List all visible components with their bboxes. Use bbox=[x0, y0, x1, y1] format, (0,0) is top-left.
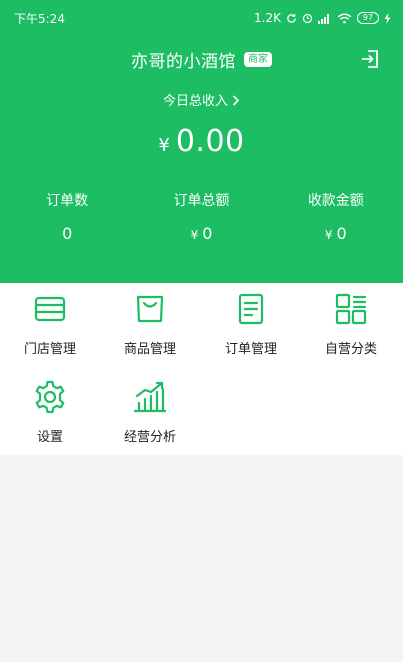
logout-button[interactable] bbox=[359, 48, 381, 70]
network-speed: 1.2K bbox=[254, 11, 281, 25]
menu-item-order-management[interactable]: 订单管理 bbox=[201, 283, 301, 363]
status-bar: 下午5:24 1.2K 97 bbox=[0, 0, 403, 36]
wifi-icon bbox=[337, 13, 352, 23]
shop-name: 亦哥的小酒馆 bbox=[131, 51, 236, 72]
alarm-icon bbox=[302, 13, 313, 23]
menu-item-store-management[interactable]: 门店管理 bbox=[0, 283, 100, 363]
today-income-link[interactable]: 今日总收入 bbox=[0, 90, 403, 109]
currency-symbol: ¥ bbox=[190, 228, 199, 242]
stat-label: 订单总额 bbox=[173, 193, 230, 209]
store-icon bbox=[34, 296, 66, 322]
merchant-badge: 商家 bbox=[244, 51, 272, 67]
status-indicators: 1.2K 97 bbox=[254, 11, 391, 25]
stat-label: 订单数 bbox=[46, 193, 89, 209]
currency-symbol: ¥ bbox=[158, 135, 170, 156]
order-stats: 订单数 0 订单总额 ¥0 收款金额 ¥0 bbox=[0, 190, 403, 260]
stat-order-total: 订单总额 ¥0 bbox=[134, 190, 268, 260]
summary-header: 下午5:24 1.2K 97 亦哥的小酒馆 商家 今日总收入 ¥ 0.00 订单… bbox=[0, 0, 403, 283]
category-grid-icon bbox=[335, 293, 367, 325]
currency-symbol: ¥ bbox=[324, 228, 333, 242]
menu-label: 自营分类 bbox=[324, 342, 377, 357]
stat-value: 0 bbox=[0, 224, 134, 243]
today-income-label: 今日总收入 bbox=[162, 94, 228, 109]
function-menu: 门店管理 商品管理 订单管理 自营分类 设置 经营分析 bbox=[0, 283, 403, 455]
stat-number: 0 bbox=[336, 224, 347, 243]
menu-label: 商品管理 bbox=[123, 342, 176, 357]
menu-item-settings[interactable]: 设置 bbox=[0, 371, 100, 451]
menu-label: 门店管理 bbox=[23, 342, 76, 357]
shop-title: 亦哥的小酒馆 商家 bbox=[0, 44, 403, 74]
sync-icon bbox=[287, 13, 296, 23]
today-income-amount: ¥ 0.00 bbox=[0, 124, 403, 159]
gear-icon bbox=[35, 380, 65, 414]
stat-label: 收款金额 bbox=[307, 193, 364, 209]
document-icon bbox=[238, 293, 264, 325]
stat-order-count: 订单数 0 bbox=[0, 190, 134, 260]
menu-label: 经营分析 bbox=[123, 430, 176, 445]
stat-value: ¥0 bbox=[269, 224, 403, 243]
menu-label: 设置 bbox=[36, 430, 63, 445]
menu-item-business-analysis[interactable]: 经营分析 bbox=[100, 371, 200, 451]
logout-icon bbox=[362, 50, 378, 68]
analytics-chart-icon bbox=[133, 381, 167, 413]
shopping-bag-icon bbox=[136, 295, 164, 323]
charging-bolt-icon bbox=[384, 12, 391, 24]
merchant-home-screen: 下午5:24 1.2K 97 亦哥的小酒馆 商家 今日总收入 ¥ 0.00 订单… bbox=[0, 0, 403, 662]
menu-label: 订单管理 bbox=[224, 342, 277, 357]
stat-number: 0 bbox=[202, 224, 213, 243]
chevron-right-icon bbox=[232, 94, 240, 109]
stat-received-amount: 收款金额 ¥0 bbox=[269, 190, 403, 260]
stat-value: ¥0 bbox=[134, 224, 268, 243]
battery-indicator: 97 bbox=[357, 12, 379, 24]
menu-item-self-category[interactable]: 自营分类 bbox=[301, 283, 401, 363]
menu-item-product-management[interactable]: 商品管理 bbox=[100, 283, 200, 363]
status-time: 下午5:24 bbox=[14, 11, 65, 26]
stat-number: 0 bbox=[62, 224, 73, 243]
cellular-signal-icon bbox=[318, 13, 329, 24]
income-value: 0.00 bbox=[175, 124, 245, 159]
